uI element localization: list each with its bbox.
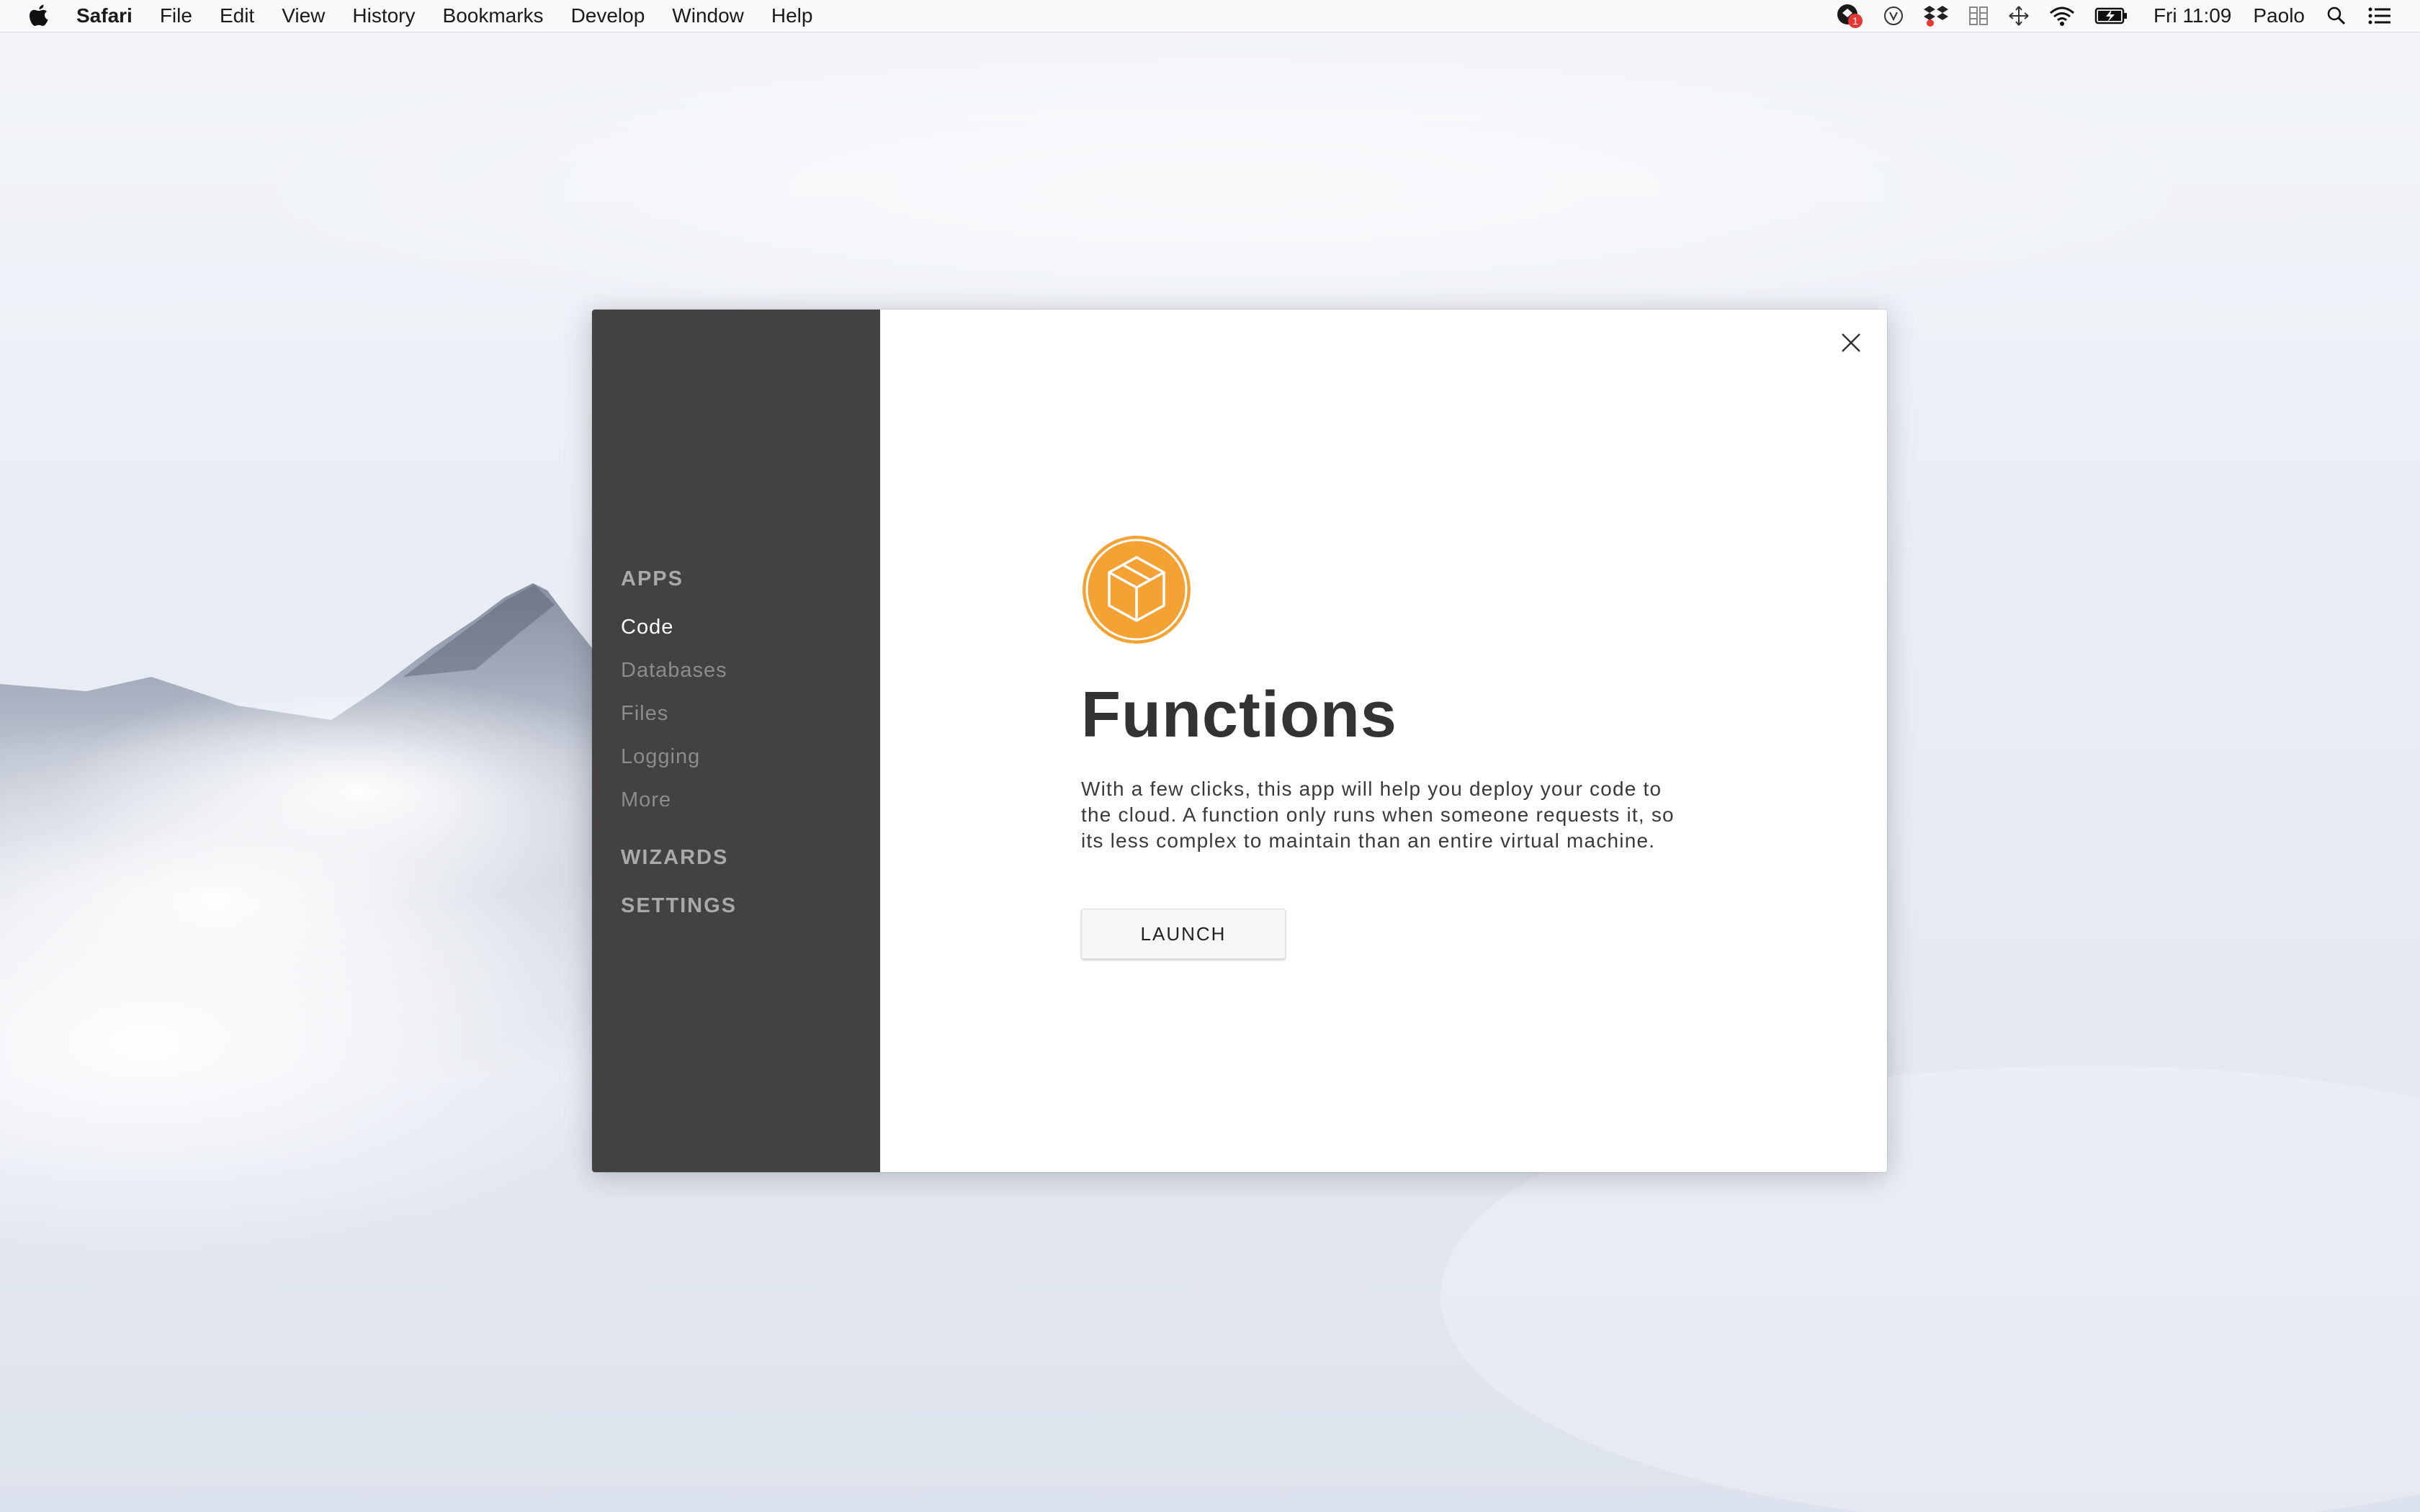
sidebar-item-code[interactable]: Code bbox=[621, 606, 880, 649]
page-title: Functions bbox=[1081, 679, 1397, 751]
menu-bookmarks[interactable]: Bookmarks bbox=[443, 4, 544, 27]
close-button[interactable] bbox=[1835, 327, 1867, 359]
apple-menu-icon[interactable] bbox=[29, 4, 50, 28]
sidebar-item-files[interactable]: Files bbox=[621, 692, 880, 735]
main-panel: Functions With a few clicks, this app wi… bbox=[880, 310, 1887, 1172]
menu-bar: Safari File Edit View History Bookmarks … bbox=[0, 0, 2420, 32]
notification-app-icon[interactable]: 1 bbox=[1835, 1, 1864, 30]
clock[interactable]: Fri 11:09 bbox=[2154, 4, 2231, 27]
wifi-icon[interactable] bbox=[2048, 1, 2076, 30]
battery-icon[interactable] bbox=[2094, 1, 2128, 30]
stacks-icon[interactable] bbox=[1968, 1, 1989, 30]
sidebar-section-apps[interactable]: APPS bbox=[621, 567, 880, 591]
menu-app-name[interactable]: Safari bbox=[76, 4, 133, 27]
sidebar: APPS Code Databases Files Logging More W… bbox=[592, 310, 880, 1172]
menu-window[interactable]: Window bbox=[672, 4, 744, 27]
launch-button[interactable]: LAUNCH bbox=[1081, 909, 1286, 959]
menu-file[interactable]: File bbox=[160, 4, 192, 27]
dropbox-icon[interactable] bbox=[1923, 1, 1949, 30]
notification-badge: 1 bbox=[1852, 15, 1858, 27]
notification-center-icon[interactable] bbox=[2368, 1, 2391, 30]
menu-develop[interactable]: Develop bbox=[571, 4, 645, 27]
sidebar-item-databases[interactable]: Databases bbox=[621, 649, 880, 692]
menu-help[interactable]: Help bbox=[771, 4, 813, 27]
menu-view[interactable]: View bbox=[282, 4, 325, 27]
app-description: With a few clicks, this app will help yo… bbox=[1081, 778, 1675, 852]
menu-history[interactable]: History bbox=[352, 4, 415, 27]
spotlight-search-icon[interactable] bbox=[2326, 1, 2347, 30]
sidebar-section-settings[interactable]: SETTINGS bbox=[621, 894, 880, 918]
app-dialog: APPS Code Databases Files Logging More W… bbox=[592, 310, 1887, 1172]
package-box-icon bbox=[1081, 534, 1192, 645]
move-arrows-icon[interactable] bbox=[2008, 1, 2030, 30]
close-icon bbox=[1842, 333, 1860, 352]
circle-status-icon[interactable] bbox=[1883, 1, 1904, 30]
app-content: Functions With a few clicks, this app wi… bbox=[1081, 534, 1715, 959]
user-name[interactable]: Paolo bbox=[2253, 4, 2305, 27]
sidebar-item-logging[interactable]: Logging bbox=[621, 735, 880, 778]
sidebar-section-wizards[interactable]: WIZARDS bbox=[621, 846, 880, 870]
sidebar-item-more[interactable]: More bbox=[621, 778, 880, 822]
menu-edit[interactable]: Edit bbox=[220, 4, 254, 27]
